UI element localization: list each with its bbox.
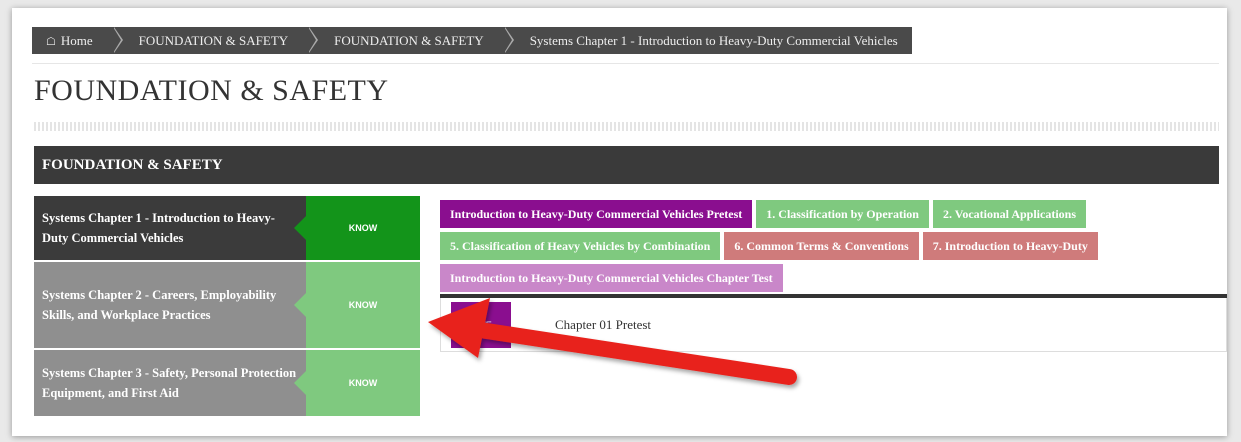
breadcrumb-current: Systems Chapter 1 - Introduction to Heav…	[529, 33, 898, 48]
tab-lesson[interactable]: 5. Classification of Heavy Vehicles by C…	[440, 232, 721, 260]
tab-chapter-test[interactable]: Introduction to Heavy-Duty Commercial Ve…	[440, 264, 783, 292]
know-badge: KNOW	[294, 350, 420, 416]
know-badge: KNOW	[294, 262, 420, 348]
divider	[32, 63, 1219, 64]
chapter-item[interactable]: Systems Chapter 2 - Careers, Employabili…	[34, 262, 420, 350]
pretest-link[interactable]: Chapter 01 Pretest	[555, 317, 651, 333]
tab-content: GIVE Chapter 01 Pretest	[440, 298, 1227, 352]
home-icon: ☖	[46, 36, 56, 48]
breadcrumb-item[interactable]: FOUNDATION & SAFETY	[113, 27, 318, 54]
tab-lesson[interactable]: 7. Introduction to Heavy-Duty	[922, 232, 1098, 260]
breadcrumb: ☖ Home FOUNDATION & SAFETY FOUNDATION & S…	[32, 27, 912, 54]
breadcrumb-home[interactable]: ☖ Home	[32, 27, 123, 54]
chapter-item[interactable]: Systems Chapter 3 - Safety, Personal Pro…	[34, 350, 420, 418]
chapter-label[interactable]: Systems Chapter 3 - Safety, Personal Pro…	[34, 350, 306, 416]
dotted-divider	[34, 122, 1219, 131]
tab-lesson[interactable]: 1. Classification by Operation	[756, 200, 929, 228]
tab-pretest[interactable]: Introduction to Heavy-Duty Commercial Ve…	[440, 200, 753, 228]
know-badge: KNOW	[294, 196, 420, 260]
tab-lesson[interactable]: 2. Vocational Applications	[932, 200, 1086, 228]
chapter-label[interactable]: Systems Chapter 1 - Introduction to Heav…	[34, 196, 306, 260]
tab-lesson[interactable]: 6. Common Terms & Conventions	[724, 232, 919, 260]
chapter-label[interactable]: Systems Chapter 2 - Careers, Employabili…	[34, 262, 306, 348]
page-title: FOUNDATION & SAFETY	[34, 74, 389, 107]
lesson-tabs: Introduction to Heavy-Duty Commercial Ve…	[440, 200, 1227, 296]
chapter-item[interactable]: Systems Chapter 1 - Introduction to Heav…	[34, 196, 420, 262]
page-frame: ☖ Home FOUNDATION & SAFETY FOUNDATION & S…	[12, 8, 1227, 436]
breadcrumb-item[interactable]: FOUNDATION & SAFETY	[308, 27, 514, 54]
section-header: FOUNDATION & SAFETY	[34, 146, 1219, 184]
chapter-list: Systems Chapter 1 - Introduction to Heav…	[34, 196, 420, 418]
give-button[interactable]: GIVE	[451, 302, 511, 348]
